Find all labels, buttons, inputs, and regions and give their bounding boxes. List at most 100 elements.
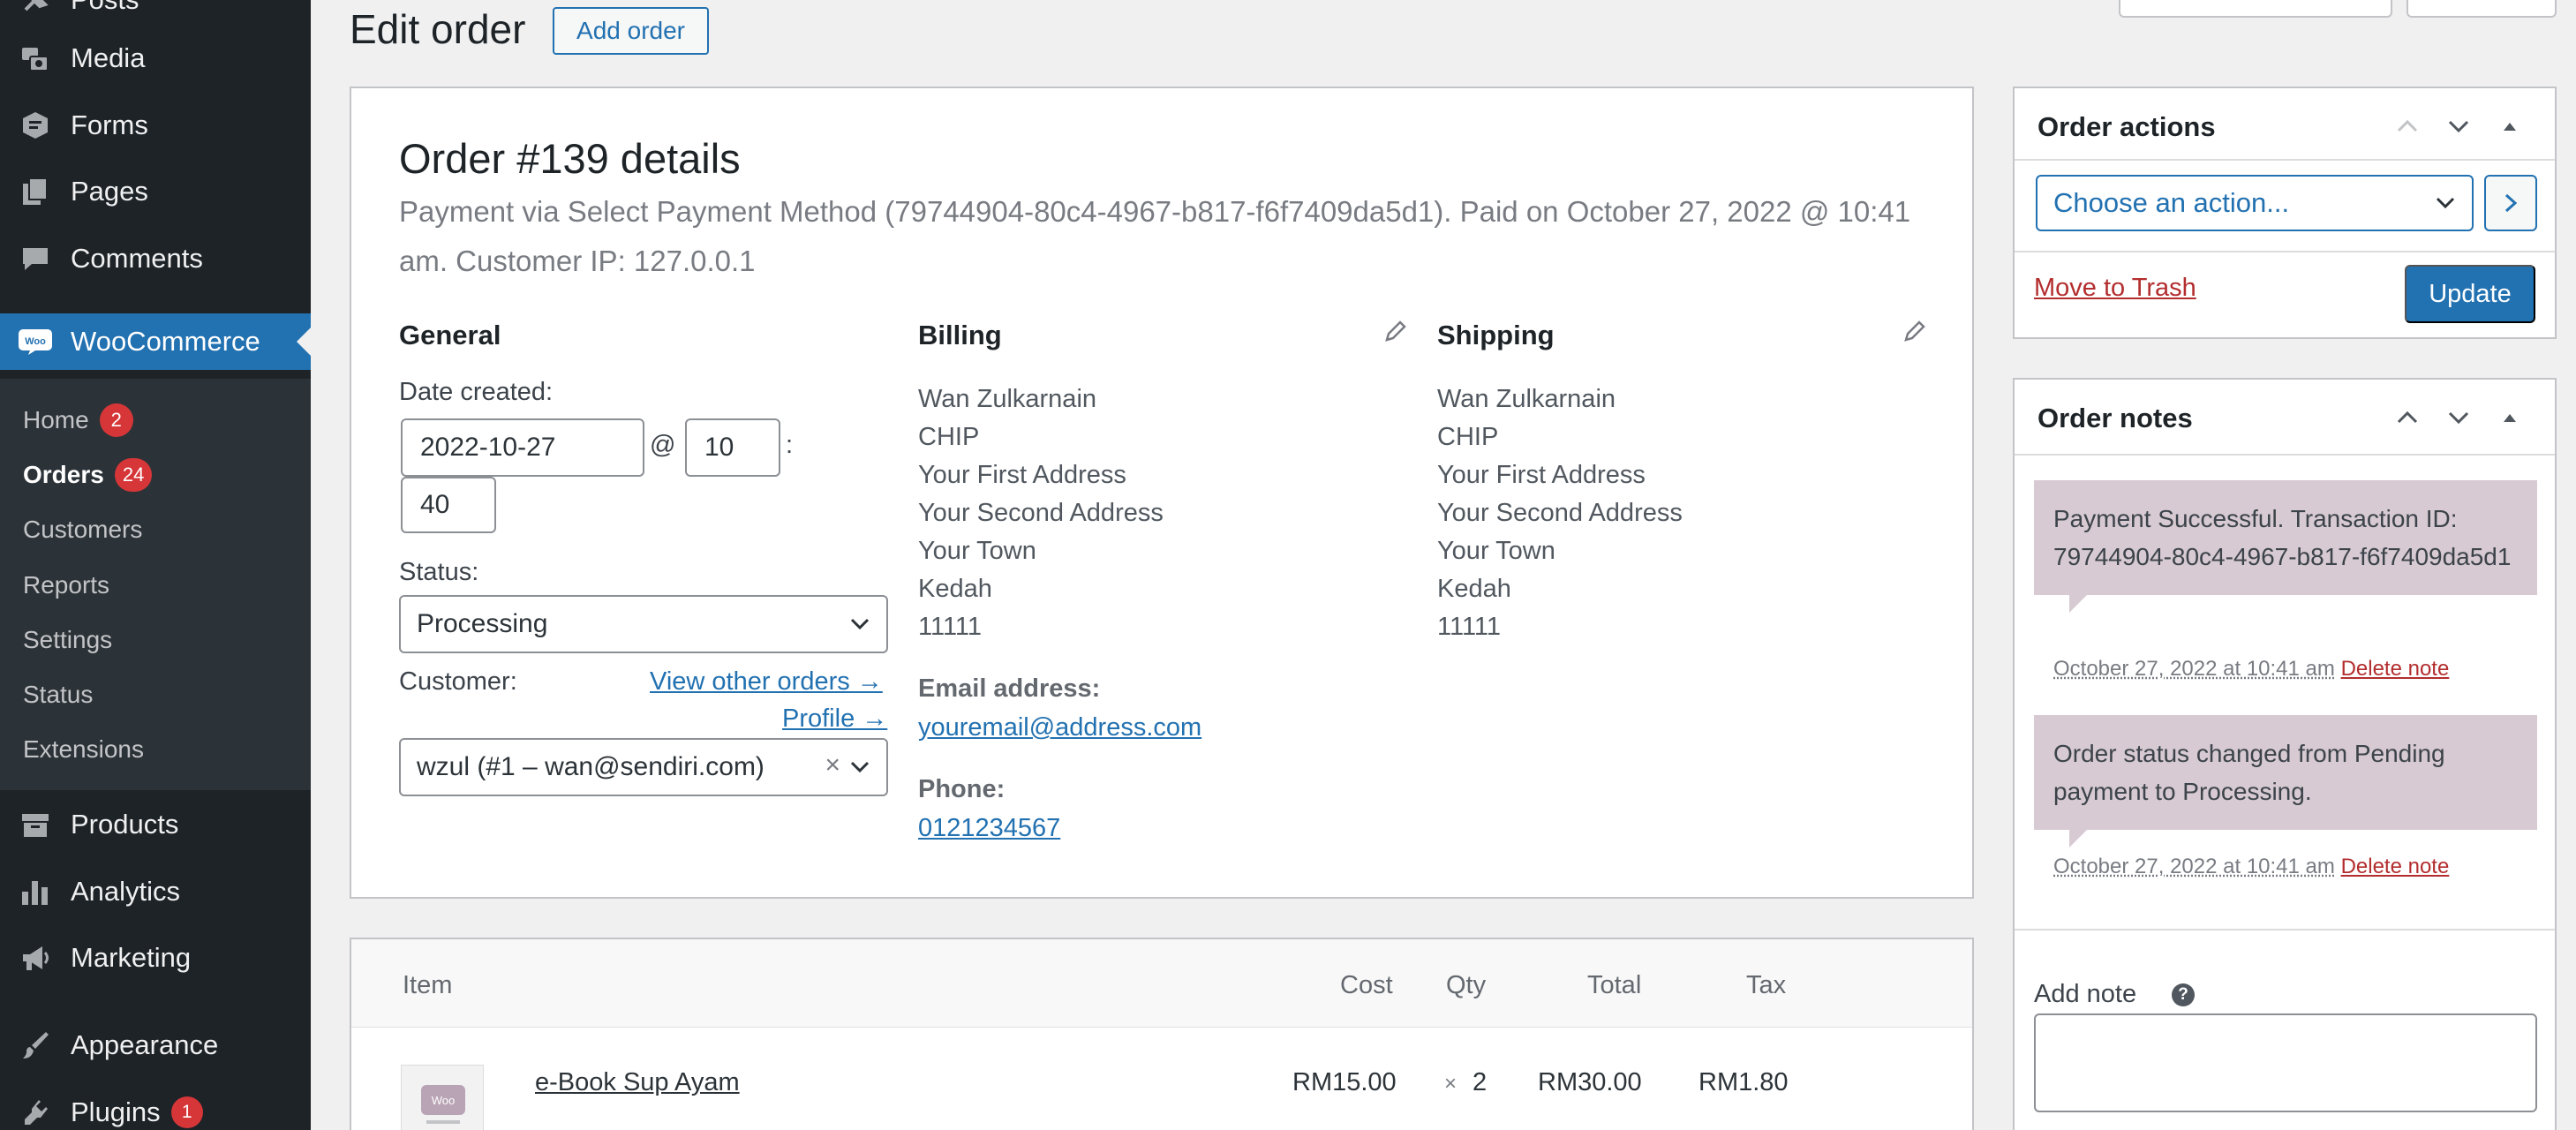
chevron-down-icon [849,758,870,776]
item-tax: RM1.80 [1699,1068,1789,1097]
shipping-city: Your Town [1437,537,1555,566]
submenu-item-extensions[interactable]: Extensions [23,732,144,767]
sidebar-item-plugins[interactable]: Plugins 1 [0,1084,311,1130]
minute-input[interactable]: 40 [401,477,496,533]
status-value: Processing [417,609,547,639]
sidebar-item-label: Pages [71,176,148,207]
add-note-label: Add note [2034,980,2136,1009]
sidebar-item-products[interactable]: Products [0,796,311,853]
shipping-state: Kedah [1437,575,1511,604]
customer-profile-link[interactable]: Profile → [782,704,887,734]
note-date: October 27, 2022 at 10:41 am [2053,855,2335,878]
help-icon[interactable]: ? [2172,983,2195,1006]
order-notes-title: Order notes [2037,403,2193,434]
submenu-item-settings[interactable]: Settings [23,622,112,658]
hour-input[interactable]: 10 [685,418,780,477]
billing-city: Your Town [918,537,1036,566]
chevron-down-icon[interactable] [2445,113,2472,139]
order-actions-title: Order actions [2037,111,2216,143]
submenu-item-label: Status [23,681,93,709]
submenu-item-home[interactable]: Home 2 [23,403,133,438]
sidebar-item-pages[interactable]: Pages [0,163,311,220]
item-qty: 2 [1473,1068,1487,1097]
pages-icon [16,172,55,211]
sidebar-item-woocommerce[interactable]: Woo WooCommerce [0,313,311,370]
media-icon [16,39,55,78]
status-select[interactable]: Processing [399,595,888,653]
screen-options-button[interactable] [2119,0,2392,18]
sidebar-item-media[interactable]: Media [0,30,311,87]
billing-email-link[interactable]: youremail@address.com [918,713,1201,742]
delete-note-link[interactable]: Delete note [2341,855,2450,878]
phone-label: Phone: [918,775,1005,804]
woocommerce-placeholder-icon: Woo [402,1066,485,1130]
update-button[interactable]: Update [2405,265,2535,323]
sidebar-item-marketing[interactable]: Marketing [0,930,311,986]
at-separator: @ [650,431,675,460]
move-to-trash-link[interactable]: Move to Trash [2034,274,2196,303]
order-items-panel: Item Cost Qty Total Tax Woo e-Book Sup A… [350,938,1974,1130]
sidebar-item-label: Plugins [71,1096,161,1128]
divider [2015,929,2555,930]
sidebar-item-label: WooCommerce [71,326,260,358]
sidebar-item-comments[interactable]: Comments [0,230,311,287]
submenu-item-label: Customers [23,516,142,544]
submenu-item-reports[interactable]: Reports [23,568,109,603]
chevron-up-icon[interactable] [2394,113,2421,139]
note-meta: October 27, 2022 at 10:41 am Delete note [2053,855,2449,879]
submenu-item-orders[interactable]: Orders 24 [23,457,152,493]
help-button[interactable] [2407,0,2557,18]
collapse-toggle-icon[interactable] [2497,113,2523,139]
sidebar-item-forms[interactable]: Forms [0,97,311,154]
order-note: Payment Successful. Transaction ID: 7974… [2034,480,2537,595]
delete-note-link[interactable]: Delete note [2341,657,2450,681]
add-note-textarea[interactable] [2034,1013,2537,1112]
status-label: Status: [399,558,478,587]
divider [2015,454,2555,456]
woocommerce-icon: Woo [16,322,55,361]
chevron-up-icon[interactable] [2394,404,2421,431]
customer-select[interactable]: wzul (#1 – wan@sendiri.com) × [399,738,888,796]
svg-text:Woo: Woo [25,336,46,347]
order-payment-meta: Payment via Select Payment Method (79744… [399,187,1917,286]
edit-billing-icon[interactable] [1382,318,1409,344]
submenu-item-status[interactable]: Status [23,677,93,712]
chevron-down-icon [849,615,870,633]
shipping-postcode: 11111 [1437,613,1501,642]
comments-icon [16,239,55,278]
date-created-input[interactable]: 2022-10-27 [401,418,644,477]
product-name-link[interactable]: e-Book Sup Ayam [535,1068,740,1097]
divider [2015,159,2555,161]
edit-shipping-icon[interactable] [1902,318,1928,344]
submenu-item-label: Extensions [23,735,144,764]
page-title: Edit order [350,5,525,53]
order-action-select[interactable]: Choose an action... [2036,175,2474,231]
marketing-icon [16,938,55,977]
admin-sidebar: Posts Media Forms Pages Comments Woo Woo… [0,0,311,1130]
add-order-button[interactable]: Add order [553,7,709,55]
billing-address-2: Your Second Address [918,499,1164,528]
sidebar-item-analytics[interactable]: Analytics [0,863,311,920]
sidebar-item-label: Posts [71,0,139,16]
sidebar-item-label: Analytics [71,876,180,908]
items-table-header: Item Cost Qty Total Tax [351,939,1972,1028]
notification-badge: 2 [100,403,133,437]
appearance-icon [16,1026,55,1065]
chevron-down-icon[interactable] [2445,404,2472,431]
order-note: Order status changed from Pending paymen… [2034,715,2537,830]
billing-address-1: Your First Address [918,461,1126,490]
submenu-item-customers[interactable]: Customers [23,512,142,547]
sidebar-item-appearance[interactable]: Appearance [0,1017,311,1074]
svg-text:Woo: Woo [432,1094,456,1107]
column-header-qty: Qty [1446,971,1486,1000]
sidebar-item-label: Marketing [71,942,191,974]
sidebar-item-label: Comments [71,243,203,275]
clear-icon[interactable]: × [825,750,840,780]
apply-action-button[interactable] [2484,175,2537,231]
collapse-toggle-icon[interactable] [2497,404,2523,431]
item-total: RM30.00 [1538,1068,1642,1097]
product-thumbnail[interactable]: Woo [401,1065,484,1130]
view-other-orders-link[interactable]: View other orders → [650,667,883,697]
sidebar-item-posts[interactable]: Posts [0,0,311,28]
billing-phone-link[interactable]: 0121234567 [918,814,1060,843]
